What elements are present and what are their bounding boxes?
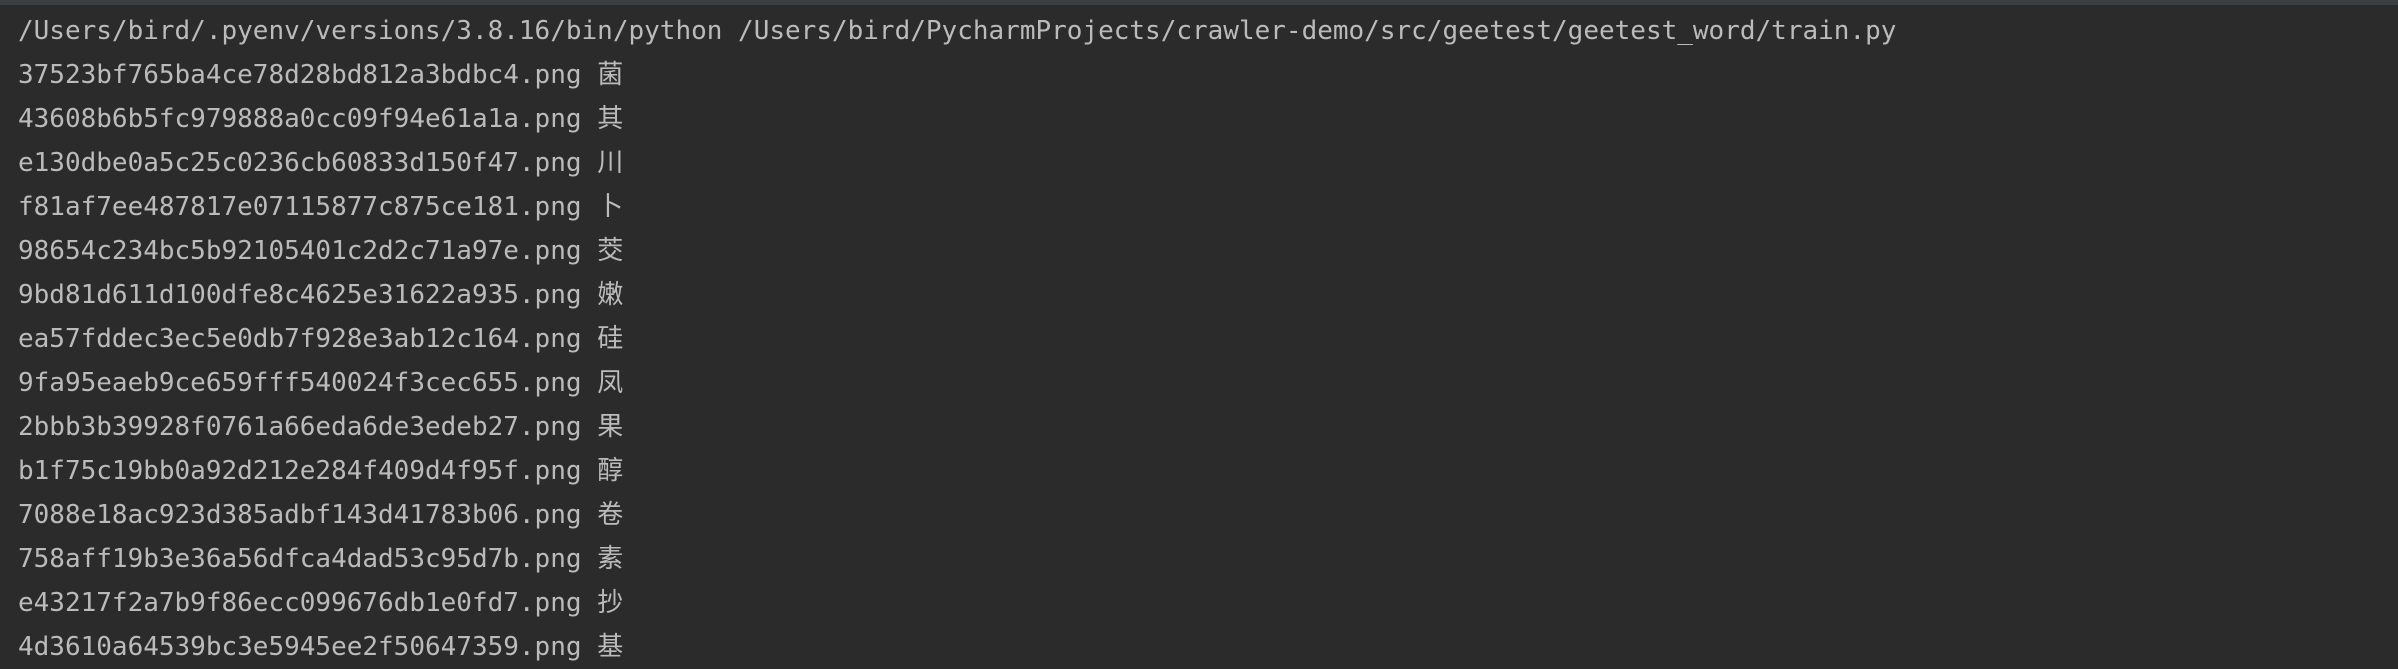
output-character: 嫩 <box>597 280 624 310</box>
console-output-line: 2bbb3b39928f0761a66eda6de3edeb27.png 果 <box>18 405 2398 449</box>
output-filename: e130dbe0a5c25c0236cb60833d150f47.png <box>18 148 582 178</box>
run-console-output[interactable]: /Users/bird/.pyenv/versions/3.8.16/bin/p… <box>0 5 2398 662</box>
output-character: 果 <box>597 412 624 442</box>
output-character: 卜 <box>597 192 624 222</box>
output-character: 卷 <box>597 500 624 530</box>
output-character: 素 <box>597 544 624 574</box>
output-filename: 2bbb3b39928f0761a66eda6de3edeb27.png <box>18 412 582 442</box>
output-character: 其 <box>597 104 624 134</box>
console-output-line: f81af7ee487817e07115877c875ce181.png 卜 <box>18 185 2398 229</box>
console-output-line: 98654c234bc5b92105401c2d2c71a97e.png 茭 <box>18 229 2398 273</box>
console-output-line: 758aff19b3e36a56dfca4dad53c95d7b.png 素 <box>18 537 2398 581</box>
output-character: 川 <box>597 148 624 178</box>
output-filename: 7088e18ac923d385adbf143d41783b06.png <box>18 500 582 530</box>
output-character: 菌 <box>597 60 624 90</box>
output-filename: 9fa95eaeb9ce659fff540024f3cec655.png <box>18 368 582 398</box>
output-character: 基 <box>597 632 624 662</box>
output-filename: f81af7ee487817e07115877c875ce181.png <box>18 192 582 222</box>
output-character: 醇 <box>597 456 624 486</box>
console-output-line: 9bd81d611d100dfe8c4625e31622a935.png 嫩 <box>18 273 2398 317</box>
console-output-line: ea57fddec3ec5e0db7f928e3ab12c164.png 硅 <box>18 317 2398 361</box>
output-filename: 37523bf765ba4ce78d28bd812a3bdbc4.png <box>18 60 582 90</box>
console-command-line: /Users/bird/.pyenv/versions/3.8.16/bin/p… <box>18 16 1897 46</box>
output-filename: e43217f2a7b9f86ecc099676db1e0fd7.png <box>18 588 582 618</box>
output-character: 茭 <box>597 236 624 266</box>
console-output-line: 9fa95eaeb9ce659fff540024f3cec655.png 凤 <box>18 361 2398 405</box>
output-filename: 758aff19b3e36a56dfca4dad53c95d7b.png <box>18 544 582 574</box>
output-filename: 4d3610a64539bc3e5945ee2f50647359.png <box>18 632 582 662</box>
console-output-line: 37523bf765ba4ce78d28bd812a3bdbc4.png 菌 <box>18 53 2398 97</box>
output-character: 凤 <box>597 368 624 398</box>
console-output-line: b1f75c19bb0a92d212e284f409d4f95f.png 醇 <box>18 449 2398 493</box>
console-output-line: 43608b6b5fc979888a0cc09f94e61a1a.png 其 <box>18 97 2398 141</box>
output-character: 硅 <box>597 324 624 354</box>
output-filename: b1f75c19bb0a92d212e284f409d4f95f.png <box>18 456 582 486</box>
output-character: 抄 <box>597 588 624 618</box>
console-output-line: e43217f2a7b9f86ecc099676db1e0fd7.png 抄 <box>18 581 2398 625</box>
console-output-line: 7088e18ac923d385adbf143d41783b06.png 卷 <box>18 493 2398 537</box>
console-output-line: e130dbe0a5c25c0236cb60833d150f47.png 川 <box>18 141 2398 185</box>
output-filename: 98654c234bc5b92105401c2d2c71a97e.png <box>18 236 582 266</box>
output-filename: 9bd81d611d100dfe8c4625e31622a935.png <box>18 280 582 310</box>
console-output-line: 4d3610a64539bc3e5945ee2f50647359.png 基 <box>18 625 2398 669</box>
output-filename: 43608b6b5fc979888a0cc09f94e61a1a.png <box>18 104 582 134</box>
output-filename: ea57fddec3ec5e0db7f928e3ab12c164.png <box>18 324 582 354</box>
